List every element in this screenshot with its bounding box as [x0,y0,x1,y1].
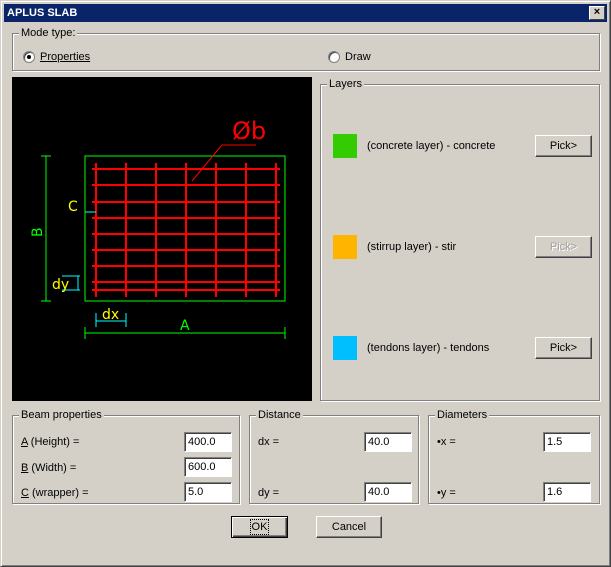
beam-properties-group: Beam properties A (Height) = 400.0 B (Wi… [12,409,240,504]
diameter-y-input[interactable]: 1.6 [543,482,591,502]
diameter-y-label: •y = [437,487,456,499]
diameters-legend: Diameters [435,409,490,421]
diameter-x-label: •x = [437,436,456,448]
dx-label: dx [102,307,119,323]
dialog-window: APLUS SLAB × Mode type: Properties Draw [0,0,611,567]
title-bar[interactable]: APLUS SLAB × [4,4,607,22]
ok-button-label: OK [249,519,270,535]
dy-input[interactable]: 40.0 [364,482,412,502]
close-icon: × [593,6,601,18]
stirrup-layer-label: (stirrup layer) - stir [367,241,457,253]
width-input[interactable]: 600.0 [184,457,232,477]
slab-preview: Øb B C dy dx A [12,77,312,401]
pick-stirrup-button[interactable]: Pick> [535,236,592,258]
tendons-layer-swatch [333,336,357,360]
tendons-layer-label: (tendons layer) - tendons [367,342,490,354]
distance-group: Distance dx = 40.0 dy = 40.0 [249,409,419,504]
concrete-layer-label: (concrete layer) - concrete [367,140,496,152]
wrapper-input[interactable]: 5.0 [184,482,232,502]
rebar-vertical [95,163,277,297]
radio-draw-label: Draw [345,51,371,63]
diameters-group: Diameters •x = 1.5 •y = 1.6 [428,409,600,504]
concrete-layer-swatch [333,134,357,158]
mode-type-legend: Mode type: [19,27,78,39]
close-button[interactable]: × [589,6,605,20]
dx-field-label: dx = [258,436,280,448]
radio-properties-dot[interactable] [23,51,35,63]
layers-legend: Layers [327,78,365,90]
dx-input[interactable]: 40.0 [364,432,412,452]
radio-properties[interactable]: Properties [23,51,90,63]
radio-draw-dot[interactable] [328,51,340,63]
height-dim-label: B [30,227,46,237]
pick-concrete-button[interactable]: Pick> [535,135,592,157]
stirrup-layer-swatch [333,235,357,259]
diameter-x-input[interactable]: 1.5 [543,432,591,452]
cancel-button[interactable]: Cancel [316,516,382,538]
slab-diagram: Øb B C dy dx A [30,117,286,339]
height-label: A (Height) = [21,436,80,448]
window-title: APLUS SLAB [7,7,78,19]
pick-tendons-button[interactable]: Pick> [535,337,592,359]
bar-diameter-label: Øb [232,117,266,145]
cover-label: C [68,199,78,215]
width-label: B (Width) = [21,462,77,474]
dy-field-label: dy = [258,487,280,499]
radio-draw[interactable]: Draw [328,51,371,63]
radio-properties-label: Properties [40,51,91,63]
mode-type-group: Mode type: Properties Draw [12,27,600,71]
height-input[interactable]: 400.0 [184,432,232,452]
layers-group: Layers (concrete layer) - concrete Pick>… [320,78,600,401]
width-dim-label: A [180,318,190,334]
distance-legend: Distance [256,409,303,421]
ok-button[interactable]: OK [231,516,288,538]
beam-properties-legend: Beam properties [19,409,104,421]
wrapper-label: C (wrapper) = [21,487,89,499]
dy-label: dy [52,277,69,293]
